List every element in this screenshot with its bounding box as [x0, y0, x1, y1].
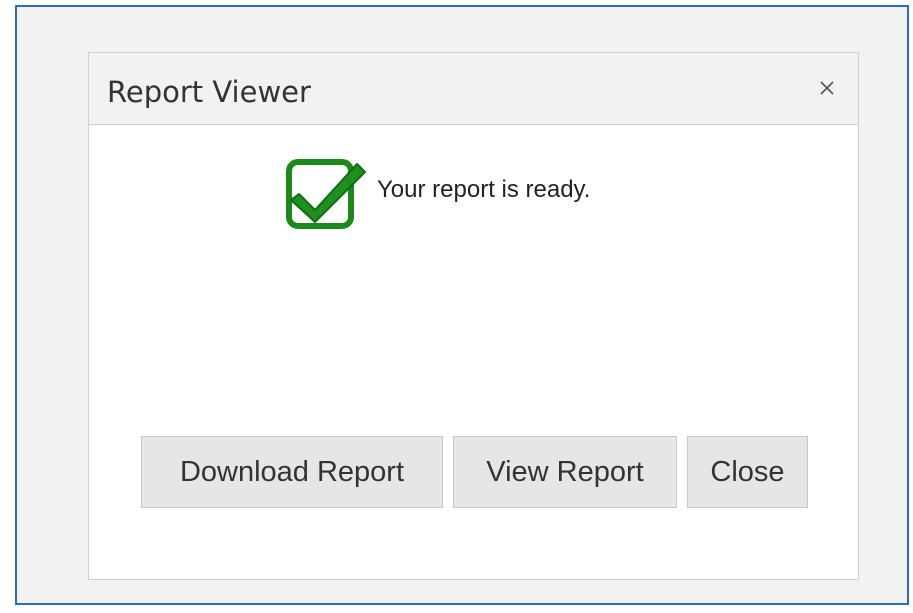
status-message: Your report is ready. — [285, 156, 590, 232]
view-report-button[interactable]: View Report — [453, 436, 677, 508]
dialog-header: Report Viewer — [89, 53, 858, 125]
checkmark-icon — [286, 159, 366, 229]
window-frame: Report Viewer Your report is ready. Down… — [15, 5, 909, 605]
dialog-buttons: Download Report View Report Close — [141, 436, 808, 508]
download-report-button[interactable]: Download Report — [141, 436, 443, 508]
report-viewer-dialog: Report Viewer Your report is ready. Down… — [88, 52, 859, 580]
dialog-title: Report Viewer — [107, 75, 311, 109]
close-icon[interactable] — [816, 77, 838, 99]
message-text: Your report is ready. — [377, 176, 591, 203]
close-button[interactable]: Close — [687, 436, 808, 508]
